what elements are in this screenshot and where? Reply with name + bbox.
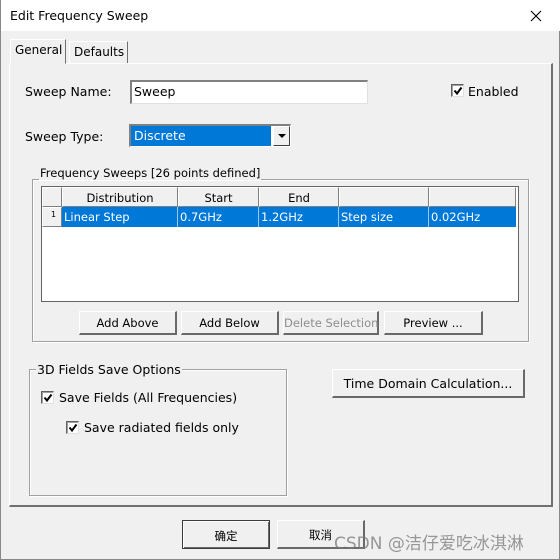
cell-start[interactable]: 0.7GHz <box>178 207 259 227</box>
edit-frequency-sweep-dialog: Edit Frequency Sweep General Defaults Sw… <box>0 0 560 560</box>
dropdown-button[interactable] <box>273 126 290 146</box>
sweep-name-input[interactable]: Sweep <box>130 80 368 104</box>
frequency-sweeps-title: Frequency Sweeps [26 points defined] <box>39 166 262 180</box>
add-below-button[interactable]: Add Below <box>181 311 279 335</box>
close-button[interactable] <box>516 0 556 31</box>
frequency-sweeps-table[interactable]: Distribution Start End 1 Linear Step 0.7… <box>41 186 519 302</box>
sweep-type-label: Sweep Type: <box>25 129 104 144</box>
time-domain-calculation-button[interactable]: Time Domain Calculation... <box>332 369 525 398</box>
sweep-name-label: Sweep Name: <box>25 84 112 99</box>
column-header-start[interactable]: Start <box>178 187 259 207</box>
save-fields-checkbox[interactable] <box>41 391 54 404</box>
close-icon <box>530 10 542 21</box>
grid-corner <box>42 187 62 207</box>
ok-button[interactable]: 确定 <box>182 520 270 549</box>
column-header-5[interactable] <box>429 187 516 207</box>
cell-end[interactable]: 1.2GHz <box>259 207 339 227</box>
tab-general[interactable]: General <box>10 39 66 64</box>
save-radiated-fields-label: Save radiated fields only <box>84 420 239 435</box>
tab-defaults[interactable]: Defaults <box>69 41 128 64</box>
sweep-type-value: Discrete <box>131 126 271 146</box>
checkmark-icon <box>453 86 463 96</box>
chevron-down-icon <box>277 133 286 138</box>
cell-step-type[interactable]: Step size <box>339 207 429 227</box>
save-fields-label: Save Fields (All Frequencies) <box>59 390 238 405</box>
column-header-4[interactable] <box>339 187 429 207</box>
window-title: Edit Frequency Sweep <box>10 8 149 23</box>
preview-button[interactable]: Preview ... <box>384 311 483 335</box>
fields-save-options-title: 3D Fields Save Options <box>36 362 182 377</box>
enabled-checkbox[interactable] <box>451 84 464 97</box>
tab-general-label: General <box>15 43 63 57</box>
column-header-end[interactable]: End <box>259 187 339 207</box>
watermark: CSDN @洁仔爱吃冰淇淋 <box>334 534 524 554</box>
checkmark-icon <box>68 423 78 433</box>
cell-step-value[interactable]: 0.02GHz <box>429 207 516 227</box>
row-header[interactable]: 1 <box>42 207 62 227</box>
sweep-type-dropdown[interactable]: Discrete <box>129 124 291 147</box>
add-above-button[interactable]: Add Above <box>79 311 177 335</box>
tab-defaults-label: Defaults <box>74 45 125 59</box>
cell-distribution[interactable]: Linear Step <box>62 207 178 227</box>
title-bar: Edit Frequency Sweep <box>1 0 560 31</box>
save-radiated-fields-checkbox[interactable] <box>66 421 79 434</box>
checkmark-icon <box>43 393 53 403</box>
enabled-label: Enabled <box>468 84 519 99</box>
delete-selection-button[interactable]: Delete Selection <box>283 311 379 335</box>
column-header-distribution[interactable]: Distribution <box>62 187 178 207</box>
